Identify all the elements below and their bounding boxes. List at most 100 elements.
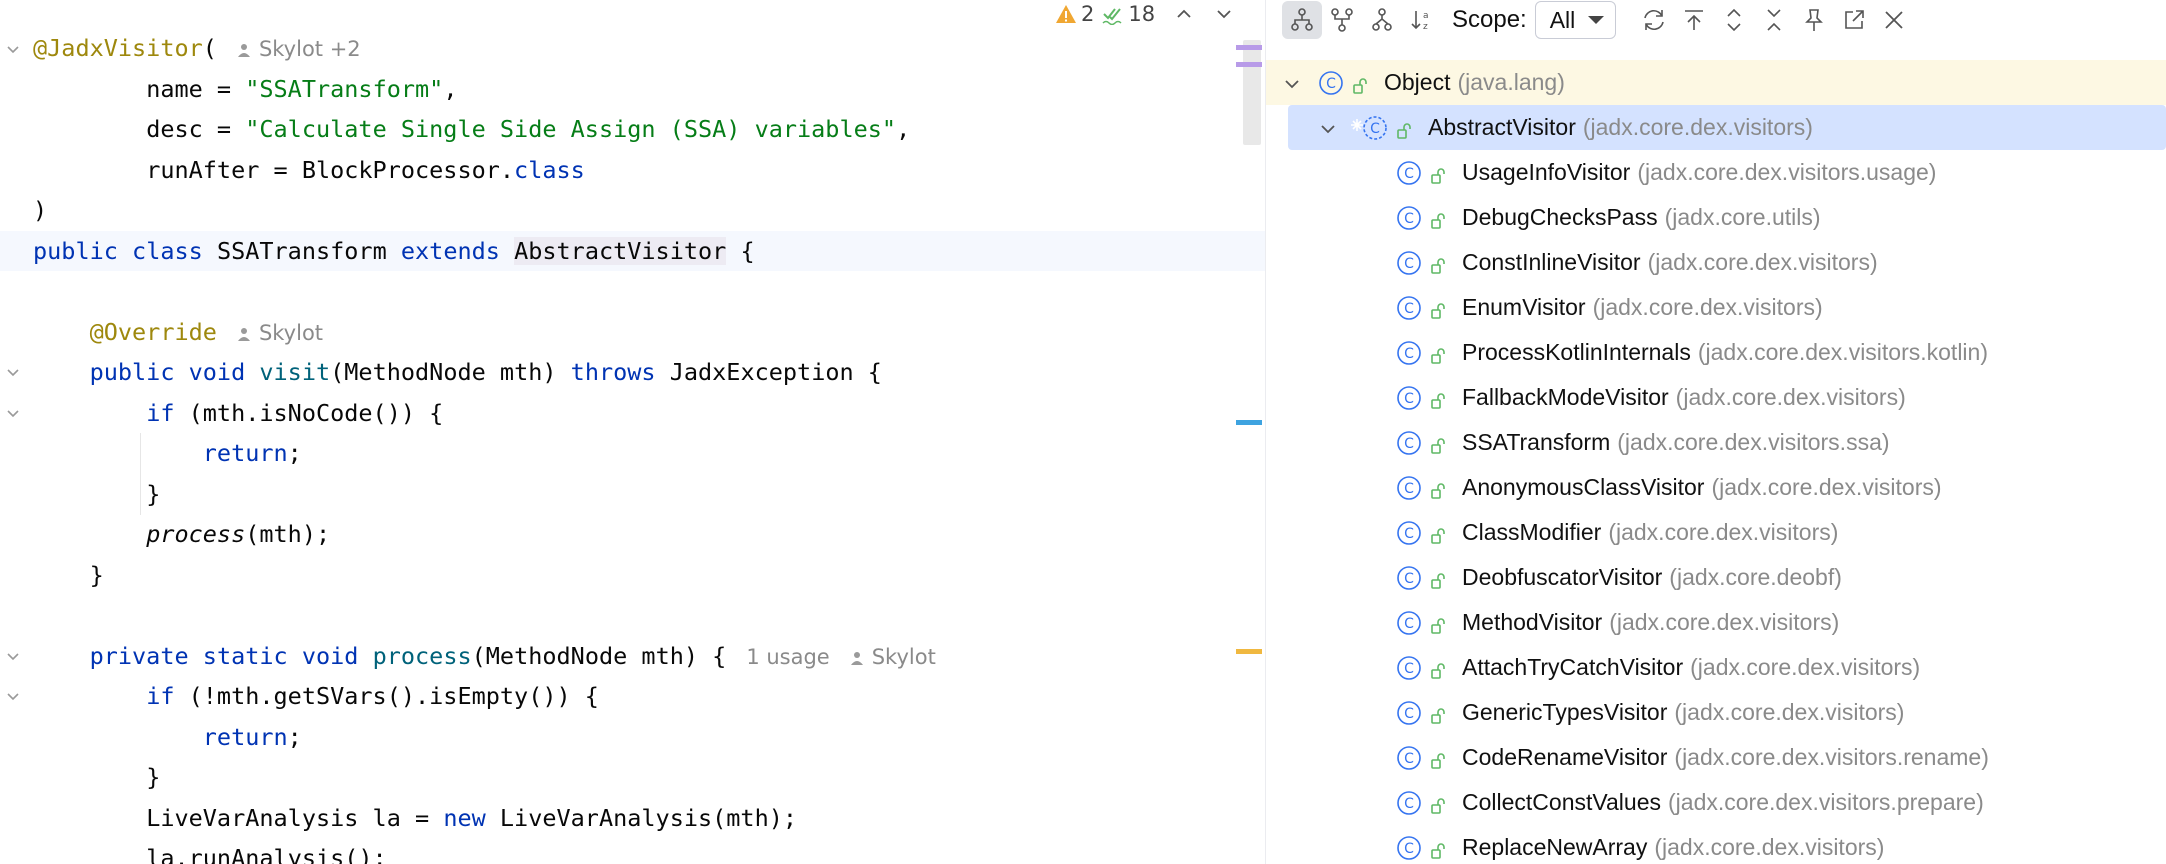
error-stripe-marker[interactable] <box>1236 649 1262 654</box>
class-hierarchy-button[interactable] <box>1282 1 1322 39</box>
code-line[interactable]: process(mth); <box>33 514 1225 555</box>
editor-scrollbar[interactable] <box>1243 40 1261 145</box>
code-line[interactable] <box>33 271 1225 312</box>
code-line[interactable]: @Override Skylot <box>33 312 1225 353</box>
code-line[interactable]: LiveVarAnalysis la = new LiveVarAnalysis… <box>33 798 1225 839</box>
class-name: GenericTypesVisitor <box>1462 699 1668 725</box>
code-line[interactable]: public void visit(MethodNode mth) throws… <box>33 352 1225 393</box>
error-stripe-marker[interactable] <box>1236 62 1262 67</box>
chevron-down-icon[interactable] <box>1318 118 1338 138</box>
tree-node[interactable]: C CodeRenameVisitor (jadx.core.dex.visit… <box>1266 735 2166 780</box>
tree-node[interactable]: C EnumVisitor (jadx.core.dex.visitors) <box>1266 285 2166 330</box>
subtypes-hierarchy-button[interactable] <box>1362 1 1402 39</box>
package-name: (jadx.core.dex.visitors) <box>1609 609 1840 635</box>
fold-chevron-icon[interactable] <box>4 687 22 705</box>
code-line[interactable]: if (mth.isNoCode()) { <box>33 393 1225 434</box>
class-icon: C <box>1396 205 1422 231</box>
tree-node[interactable]: C FallbackModeVisitor (jadx.core.dex.vis… <box>1266 375 2166 420</box>
tree-node[interactable]: C SSATransform (jadx.core.dex.visitors.s… <box>1266 420 2166 465</box>
hierarchy-tree[interactable]: C Object (java.lang) C AbstractVisitor (… <box>1266 60 2166 864</box>
code-line[interactable]: } <box>33 474 1225 515</box>
public-visibility-icon <box>1430 389 1448 409</box>
code-content[interactable]: @JadxVisitor(Skylot +2 name = "SSATransf… <box>0 28 1265 864</box>
expand-all-button[interactable] <box>1714 1 1754 39</box>
tree-node[interactable]: C AnonymousClassVisitor (jadx.core.dex.v… <box>1266 465 2166 510</box>
code-line[interactable]: } <box>33 555 1225 596</box>
svg-text:C: C <box>1326 76 1336 92</box>
tree-node[interactable]: C DeobfuscatorVisitor (jadx.core.deobf) <box>1266 555 2166 600</box>
code-line[interactable]: desc = "Calculate Single Side Assign (SS… <box>33 109 1225 150</box>
tree-node[interactable]: C GenericTypesVisitor (jadx.core.dex.vis… <box>1266 690 2166 735</box>
tree-node[interactable]: C ConstInlineVisitor (jadx.core.dex.visi… <box>1266 240 2166 285</box>
tree-node[interactable]: C ClassModifier (jadx.core.dex.visitors) <box>1266 510 2166 555</box>
public-visibility-icon <box>1430 614 1448 634</box>
collapse-all-button[interactable] <box>1754 1 1794 39</box>
sort-alphabetically-button[interactable]: az <box>1402 1 1442 39</box>
package-name: (jadx.core.dex.visitors) <box>1608 519 1839 545</box>
base-on-this-class-button[interactable] <box>1674 1 1714 39</box>
pin-tab-button[interactable] <box>1794 1 1834 39</box>
supertypes-icon <box>1331 8 1353 32</box>
close-button[interactable] <box>1874 1 1914 39</box>
fold-chevron-icon[interactable] <box>4 363 22 381</box>
code-line[interactable]: private static void process(MethodNode m… <box>33 636 1225 677</box>
author-hint[interactable]: Skylot +2 <box>237 37 361 61</box>
code-line[interactable]: @JadxVisitor(Skylot +2 <box>33 28 1225 69</box>
inspection-widget[interactable]: 2 18 <box>1055 0 1235 28</box>
class-name: ProcessKotlinInternals <box>1462 339 1691 365</box>
tree-node[interactable]: C AttachTryCatchVisitor (jadx.core.dex.v… <box>1266 645 2166 690</box>
tree-node[interactable]: C MethodVisitor (jadx.core.dex.visitors) <box>1266 600 2166 645</box>
fold-chevron-icon[interactable] <box>4 40 22 58</box>
svg-text:C: C <box>1404 571 1414 587</box>
previous-highlight-icon[interactable] <box>1173 3 1195 25</box>
class-icon: C <box>1396 475 1422 501</box>
highlighted-identifier[interactable]: AbstractVisitor <box>514 236 727 265</box>
svg-text:C: C <box>1404 391 1414 407</box>
sort-alpha-icon: az <box>1411 11 1429 32</box>
scope-dropdown[interactable]: All <box>1534 1 1617 39</box>
warning-count-text: 2 <box>1081 2 1095 26</box>
class-name: FallbackModeVisitor <box>1462 384 1669 410</box>
usage-hint[interactable]: 1 usage <box>746 645 829 669</box>
supertypes-hierarchy-button[interactable] <box>1322 1 1362 39</box>
tree-node[interactable]: C ReplaceNewArray (jadx.core.dex.visitor… <box>1266 825 2166 864</box>
class-icon: C <box>1396 430 1422 456</box>
author-hint[interactable]: Skylot <box>237 321 323 345</box>
fold-chevron-icon[interactable] <box>4 647 22 665</box>
code-line[interactable]: return; <box>33 433 1225 474</box>
refresh-button[interactable] <box>1634 1 1674 39</box>
code-line[interactable] <box>33 595 1225 636</box>
tree-node[interactable]: C DebugChecksPass (jadx.core.utils) <box>1266 195 2166 240</box>
tree-node-root[interactable]: C Object (java.lang) <box>1266 60 2166 105</box>
code-line[interactable]: runAfter = BlockProcessor.class <box>33 150 1225 191</box>
package-name: (jadx.core.dex.visitors) <box>1711 474 1942 500</box>
code-line[interactable]: return; <box>33 717 1225 758</box>
code-line[interactable]: if (!mth.getSVars().isEmpty()) { <box>33 676 1225 717</box>
warning-count[interactable]: 2 <box>1055 2 1094 26</box>
open-in-window-button[interactable] <box>1834 1 1874 39</box>
code-line[interactable]: } <box>33 757 1225 798</box>
package-name: (jadx.core.deobf) <box>1669 564 1842 590</box>
typo-count[interactable]: 18 <box>1102 2 1155 26</box>
author-hint[interactable]: Skylot <box>850 645 936 669</box>
code-editor[interactable]: 2 18 @JadxVisitor(Skylot +2 name = "SSAT… <box>0 0 1265 864</box>
fold-chevron-icon[interactable] <box>4 404 22 422</box>
tree-node[interactable]: C ProcessKotlinInternals (jadx.core.dex.… <box>1266 330 2166 375</box>
code-line[interactable]: ) <box>33 190 1225 231</box>
class-icon: C <box>1396 250 1422 276</box>
code-line[interactable]: la.runAnalysis(); <box>33 838 1225 864</box>
class-name: CollectConstValues <box>1462 789 1662 815</box>
code-line-current[interactable]: public class SSATransform extends Abstra… <box>0 230 1265 271</box>
next-highlight-icon[interactable] <box>1213 3 1235 25</box>
tree-node[interactable]: C UsageInfoVisitor (jadx.core.dex.visito… <box>1266 150 2166 195</box>
tree-node-selected[interactable]: C AbstractVisitor (jadx.core.dex.visitor… <box>1288 105 2166 150</box>
public-visibility-icon <box>1430 164 1448 184</box>
error-stripe-marker[interactable] <box>1236 45 1262 50</box>
error-stripe-marker[interactable] <box>1236 420 1262 425</box>
tree-node[interactable]: C CollectConstValues (jadx.core.dex.visi… <box>1266 780 2166 825</box>
svg-text:C: C <box>1404 481 1414 497</box>
chevron-down-icon[interactable] <box>1282 73 1302 93</box>
class-name: CodeRenameVisitor <box>1462 744 1668 770</box>
code-line[interactable]: name = "SSATransform", <box>33 69 1225 110</box>
package-name: (jadx.core.dex.visitors.rename) <box>1674 744 1989 770</box>
